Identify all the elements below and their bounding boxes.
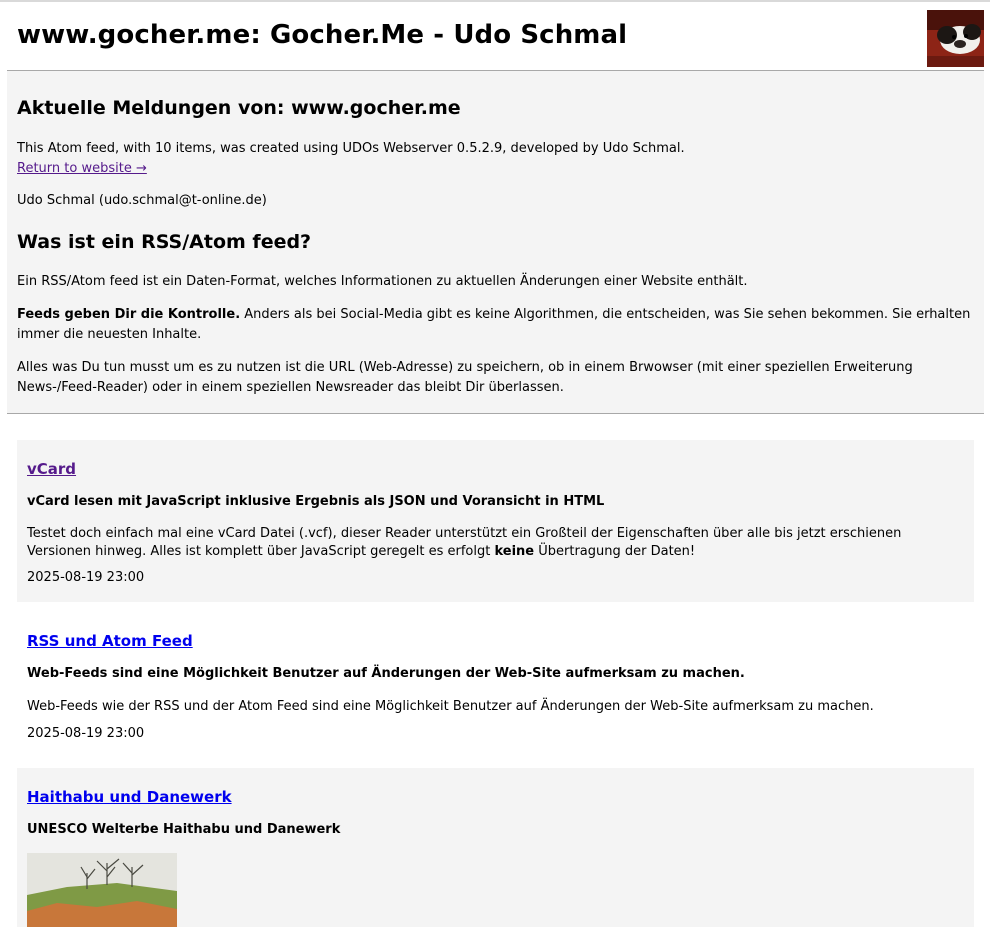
item-thumbnail[interactable] (27, 853, 177, 927)
item-body: Web-Feeds wie der RSS und der Atom Feed … (27, 699, 874, 714)
item-date: 2025-08-19 23:00 (27, 570, 145, 585)
avatar (927, 10, 984, 67)
dog-photo-icon (927, 10, 984, 67)
item-subtitle: UNESCO Welterbe Haithabu und Danewerk (27, 822, 341, 837)
feed-info-panel: Aktuelle Meldungen von: www.gocher.me Th… (7, 71, 984, 414)
return-to-website-link[interactable]: Return to website → (17, 161, 147, 176)
return-link-line: Return to website → (17, 159, 977, 179)
feed-item: Haithabu und Danewerk UNESCO Welterbe Ha… (17, 768, 974, 927)
item-title-link[interactable]: Haithabu und Danewerk (27, 788, 232, 806)
item-subtitle: vCard lesen mit JavaScript inklusive Erg… (27, 494, 605, 509)
feed-description: This Atom feed, with 10 items, was creat… (17, 141, 685, 156)
item-body-text-end: Übertragung der Daten! (534, 544, 696, 559)
item-date: 2025-08-19 23:00 (27, 726, 145, 741)
item-subtitle: Web-Feeds sind eine Möglichkeit Benutzer… (27, 666, 745, 681)
feed-heading: Aktuelle Meldungen von: www.gocher.me (17, 97, 461, 119)
control-emphasis: Feeds geben Dir die Kontrolle. (17, 307, 241, 322)
item-body-text: Testet doch einfach mal eine vCard Datei… (27, 526, 902, 559)
item-body: Testet doch einfach mal eine vCard Datei… (27, 525, 967, 561)
feed-author: Udo Schmal (udo.schmal@t-online.de) (17, 193, 267, 208)
what-is-rss-heading: Was ist ein RSS/Atom feed? (17, 231, 312, 253)
what-paragraph-3: Alles was Du tun musst um es zu nutzen i… (17, 360, 913, 395)
page: www.gocher.me: Gocher.Me - Udo Schmal Ak… (0, 0, 990, 927)
site-title: www.gocher.me: Gocher.Me - Udo Schmal (17, 20, 628, 50)
item-body-emphasis: keine (494, 544, 535, 559)
site-header: www.gocher.me: Gocher.Me - Udo Schmal (7, 2, 984, 71)
landscape-photo-icon (27, 853, 177, 927)
what-paragraph-1: Ein RSS/Atom feed ist ein Daten-Format, … (17, 274, 748, 289)
item-title-link[interactable]: RSS und Atom Feed (27, 632, 193, 650)
feed-item: RSS und Atom Feed Web-Feeds sind eine Mö… (17, 612, 974, 758)
what-paragraph-2: Feeds geben Dir die Kontrolle. Anders al… (17, 305, 977, 345)
feed-item: vCard vCard lesen mit JavaScript inklusi… (17, 440, 974, 602)
item-title-link[interactable]: vCard (27, 460, 76, 478)
